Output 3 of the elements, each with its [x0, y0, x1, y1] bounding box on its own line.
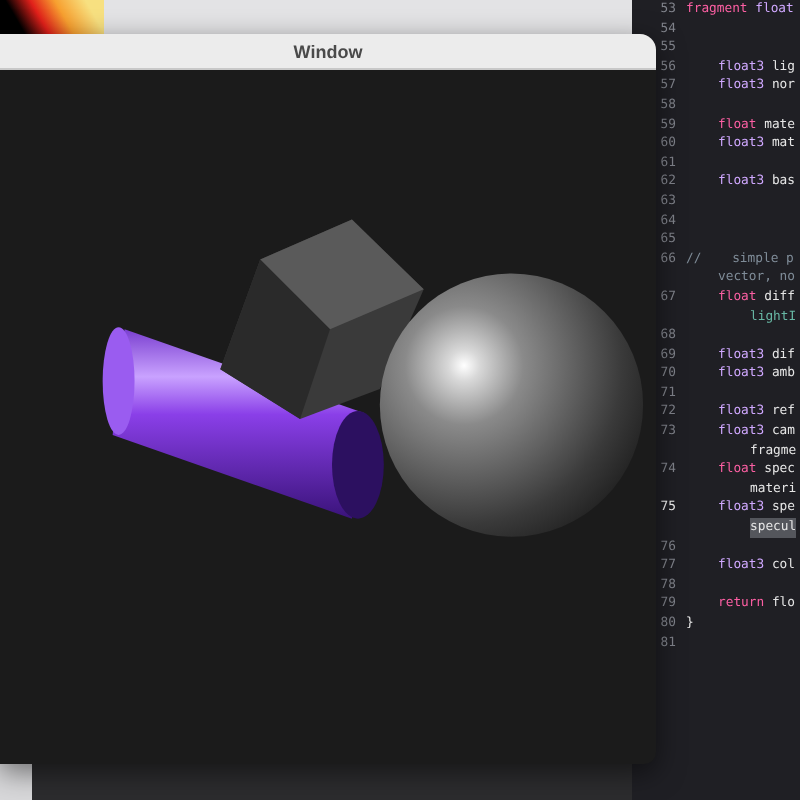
color-gradient-swatch	[0, 0, 104, 34]
background-window	[0, 764, 32, 800]
window-title: Window	[293, 41, 363, 61]
